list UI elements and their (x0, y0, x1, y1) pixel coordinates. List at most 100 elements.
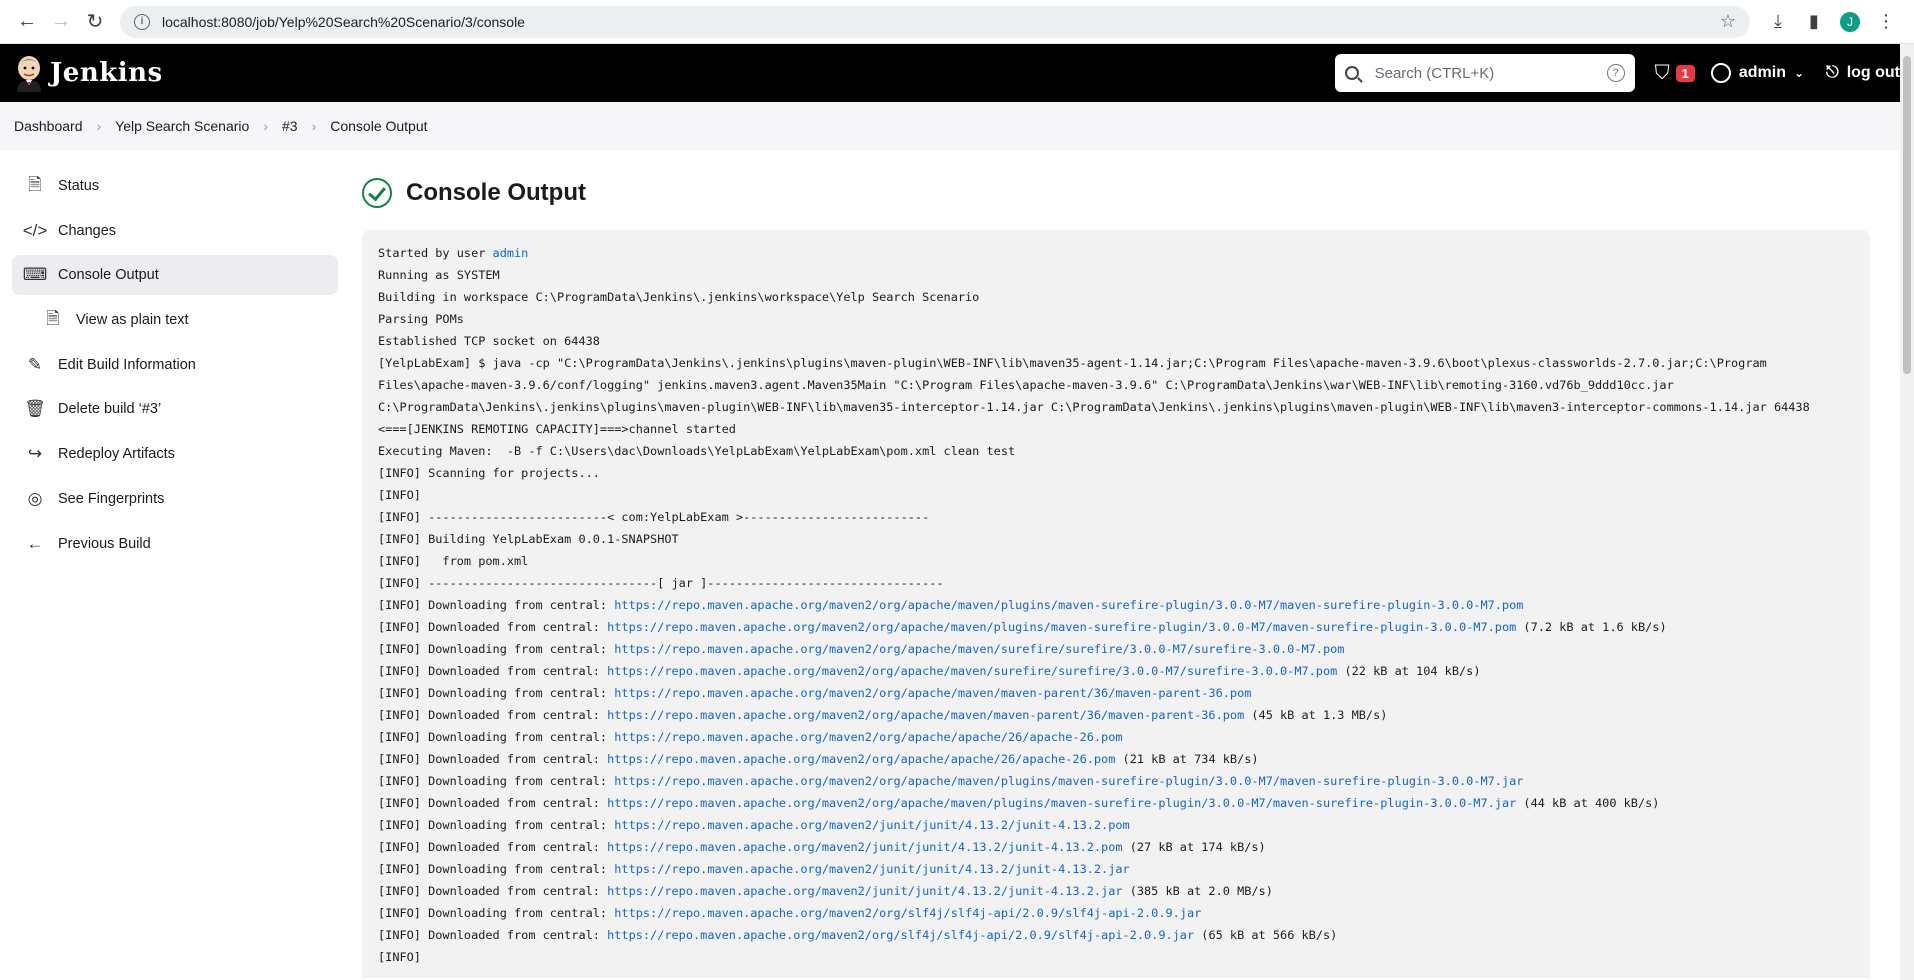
console-line: [INFO] Downloaded from central: https://… (378, 792, 1854, 814)
profile-button[interactable]: J (1832, 4, 1868, 40)
logout-link[interactable]: ⎋ log out (1826, 64, 1900, 82)
breadcrumb-build[interactable]: #3 (282, 118, 298, 134)
sidebar-item-label: Changes (58, 222, 117, 239)
console-link[interactable]: https://repo.maven.apache.org/maven2/org… (614, 730, 1122, 744)
console-line-text: [INFO] Downloaded from central: (378, 796, 608, 810)
console-line-suffix: (27 kB at 174 kB/s) (1122, 840, 1266, 854)
console-line: [INFO] Downloaded from central: https://… (378, 704, 1854, 726)
console-line-suffix: (385 kB at 2.0 MB/s) (1122, 884, 1273, 898)
document-icon: 🗎 (28, 174, 42, 194)
console-line-text: [INFO] Downloading from central: (378, 686, 615, 700)
code-icon: </> (22, 220, 48, 240)
address-bar[interactable]: i localhost:8080/job/Yelp%20Search%20Sce… (120, 5, 1750, 38)
sidebar-item-fingerprints[interactable]: ◎ See Fingerprints (12, 479, 338, 519)
console-line: [YelpLabExam] $ java -cp "C:\ProgramData… (378, 352, 1854, 374)
sidebar-item-edit-build-info[interactable]: ✎ Edit Build Information (12, 345, 338, 385)
console-link[interactable]: https://repo.maven.apache.org/maven2/org… (614, 774, 1523, 788)
success-check-icon (362, 178, 392, 208)
sidebar-item-changes[interactable]: </> Changes (12, 211, 338, 251)
logout-icon: ⎋ (1826, 64, 1839, 81)
browser-menu-icon[interactable]: ⋮ (1868, 4, 1904, 40)
console-link[interactable]: https://repo.maven.apache.org/maven2/org… (607, 620, 1516, 634)
console-line-text: Running as SYSTEM (378, 268, 500, 282)
reload-icon[interactable]: ↻ (78, 5, 112, 39)
sidebar-item-previous-build[interactable]: ← Previous Build (12, 524, 338, 564)
forward-icon[interactable]: → (44, 5, 78, 39)
vertical-scrollbar[interactable] (1900, 44, 1914, 980)
console-line-text: [INFO] Downloaded from central: (378, 620, 608, 634)
console-link[interactable]: https://repo.maven.apache.org/maven2/org… (614, 906, 1201, 920)
bookmark-star-icon[interactable]: ☆ (1720, 11, 1736, 32)
console-line-text: [INFO] Downloading from central: (378, 774, 615, 788)
back-icon[interactable]: ← (10, 5, 44, 39)
console-line: Established TCP socket on 64438 (378, 330, 1854, 352)
jenkins-butler-logo (17, 56, 41, 92)
arrow-left-icon: ← (26, 533, 44, 553)
jenkins-home-link[interactable]: Jenkins (14, 54, 163, 92)
console-line: C:\ProgramData\Jenkins\.jenkins\plugins\… (378, 396, 1854, 418)
console-line-text: [YelpLabExam] $ java -cp "C:\ProgramData… (378, 356, 1767, 370)
search-input[interactable]: Search (CTRL+K) ? (1334, 54, 1635, 92)
console-line-text: [INFO] Downloading from central: (378, 730, 615, 744)
console-line: [INFO] --------------------------------[… (378, 572, 1854, 594)
console-link[interactable]: https://repo.maven.apache.org/maven2/org… (607, 664, 1337, 678)
sidebar-item-label: Redeploy Artifacts (58, 446, 175, 463)
help-icon[interactable]: ? (1606, 64, 1625, 82)
console-link[interactable]: https://repo.maven.apache.org/maven2/org… (607, 708, 1244, 722)
console-line-text: [INFO] Downloaded from central: (378, 708, 608, 722)
console-line-text: [INFO] --------------------------------[… (378, 576, 944, 590)
console-line: [INFO] Downloading from central: https:/… (378, 902, 1854, 924)
share-icon: ↪ (27, 444, 43, 464)
security-alerts-button[interactable]: ⛉ 1 (1655, 62, 1695, 85)
site-info-icon[interactable]: i (134, 13, 150, 30)
console-link[interactable]: https://repo.maven.apache.org/maven2/jun… (614, 862, 1129, 876)
breadcrumb-separator: › (263, 118, 268, 134)
console-line-text: [INFO] Downloading from central: (378, 906, 615, 920)
console-link[interactable]: https://repo.maven.apache.org/maven2/org… (607, 752, 1115, 766)
breadcrumb-job[interactable]: Yelp Search Scenario (115, 118, 249, 134)
console-line: [INFO] Downloading from central: https:/… (378, 594, 1854, 616)
sidebar-item-delete-build[interactable]: 🗑 Delete build ‘#3’ (12, 389, 338, 429)
console-link[interactable]: https://repo.maven.apache.org/maven2/org… (614, 686, 1251, 700)
console-link[interactable]: https://repo.maven.apache.org/maven2/jun… (607, 840, 1122, 854)
jenkins-header: Jenkins Search (CTRL+K) ? ⛉ 1 admin ⌄ ⎋ … (0, 44, 1914, 102)
sidebar-item-console-output[interactable]: ⌨ Console Output (12, 255, 338, 296)
console-line-suffix: (44 kB at 400 kB/s) (1516, 796, 1660, 810)
user-icon (1710, 63, 1731, 83)
logout-label: log out (1846, 64, 1900, 81)
console-link[interactable]: admin (493, 246, 529, 260)
console-link[interactable]: https://repo.maven.apache.org/maven2/jun… (607, 884, 1122, 898)
sidebar-item-plain-text[interactable]: 🗎 View as plain text (12, 300, 338, 340)
terminal-icon: ⌨ (22, 265, 48, 285)
sidebar-item-redeploy[interactable]: ↪ Redeploy Artifacts (12, 434, 338, 474)
console-line-text: [INFO] -------------------------< com:Ye… (378, 510, 930, 524)
console-line: [INFO] Downloaded from central: https://… (378, 836, 1854, 858)
console-line-text: [INFO] Downloading from central: (378, 818, 615, 832)
download-icon[interactable]: ⤓ (1760, 4, 1796, 40)
console-link[interactable]: https://repo.maven.apache.org/maven2/org… (614, 598, 1523, 612)
scrollbar-thumb[interactable] (1903, 56, 1911, 374)
console-line: Building in workspace C:\ProgramData\Jen… (378, 286, 1854, 308)
console-line-text: [INFO] Downloading from central: (378, 862, 615, 876)
edit-icon: ✎ (27, 354, 43, 374)
search-placeholder: Search (CTRL+K) (1374, 64, 1495, 82)
console-line: Started by user admin (378, 242, 1854, 264)
sidebar-item-status[interactable]: 🗎 Status (12, 166, 338, 206)
console-line-text: [INFO] (378, 950, 421, 964)
console-line-text: Building in workspace C:\ProgramData\Jen… (378, 290, 980, 304)
console-line-text: Parsing POMs (378, 312, 464, 326)
console-link[interactable]: https://repo.maven.apache.org/maven2/jun… (614, 818, 1129, 832)
console-link[interactable]: https://repo.maven.apache.org/maven2/org… (607, 796, 1516, 810)
console-link[interactable]: https://repo.maven.apache.org/maven2/org… (607, 928, 1194, 942)
breadcrumb-dashboard[interactable]: Dashboard (14, 118, 83, 134)
trash-icon: 🗑 (24, 399, 46, 419)
side-panel-icon[interactable]: ▮ (1796, 4, 1832, 40)
console-line-text: [INFO] Scanning for projects... (378, 466, 600, 480)
console-link[interactable]: https://repo.maven.apache.org/maven2/org… (614, 642, 1344, 656)
user-menu[interactable]: admin ⌄ (1710, 63, 1804, 83)
breadcrumb: Dashboard › Yelp Search Scenario › #3 › … (0, 102, 1914, 150)
page-header: Console Output (362, 178, 1870, 208)
main-content: Console Output Started by user admin Runn… (350, 150, 1914, 978)
console-line: [INFO] -------------------------< com:Ye… (378, 506, 1854, 528)
page-title: Console Output (406, 179, 586, 206)
